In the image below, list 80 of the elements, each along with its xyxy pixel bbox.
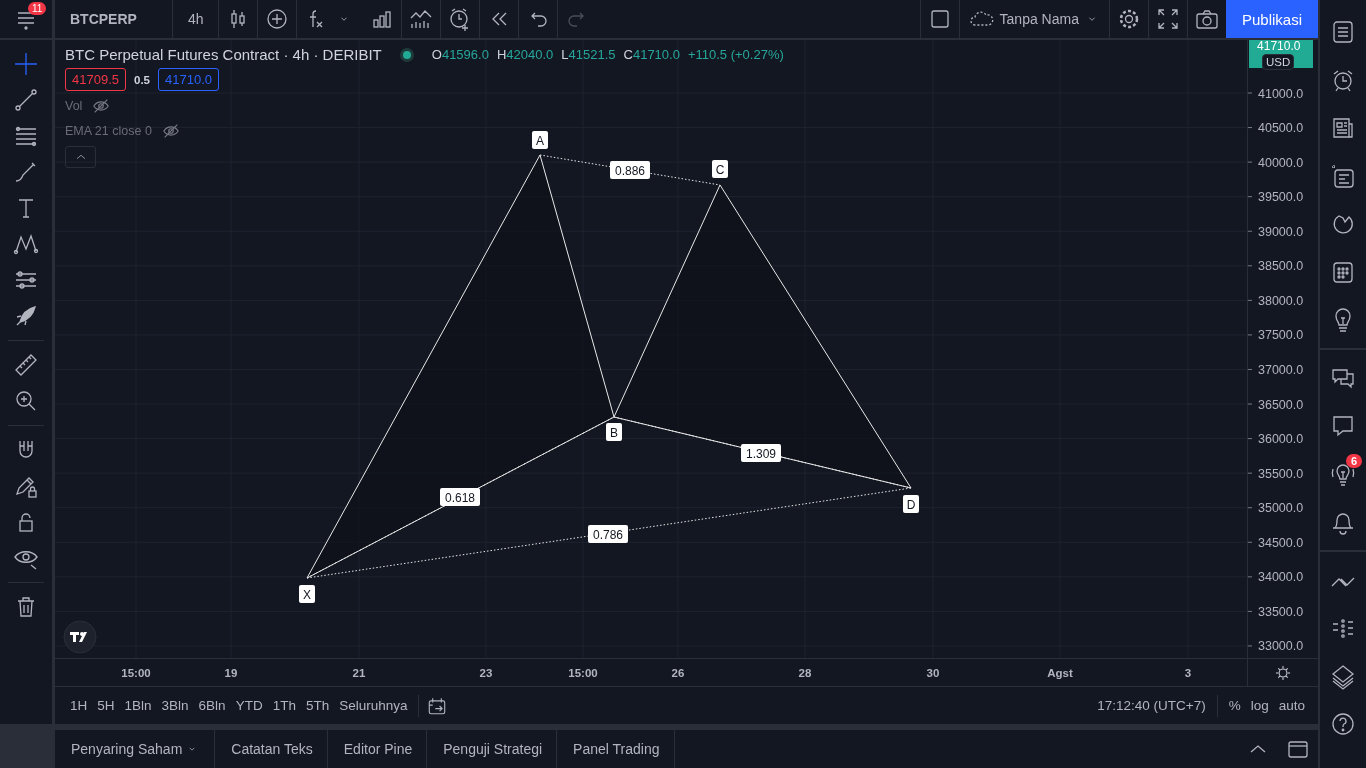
ratio-label: 0.886	[610, 161, 650, 179]
price-label: 33500.0	[1258, 604, 1304, 619]
publish-button[interactable]: Publikasi	[1225, 0, 1318, 38]
panel-tab[interactable]: Catatan Teks	[215, 730, 328, 768]
panel-tab[interactable]: Penguji Strategi	[427, 730, 558, 768]
market-status-icon	[399, 47, 414, 62]
eye-hidden-icon[interactable]	[92, 97, 111, 115]
price-label: 33000.0	[1258, 639, 1304, 654]
ratio-label: 0.786	[588, 525, 628, 543]
interval-button[interactable]: 4h	[177, 11, 214, 27]
point-label: D	[903, 495, 919, 513]
price-label: 37500.0	[1258, 328, 1304, 343]
time-label: 3	[1184, 667, 1192, 679]
percent-toggle[interactable]: %	[1223, 698, 1246, 713]
price-label: 36500.0	[1258, 397, 1304, 412]
price-label: 35500.0	[1258, 466, 1304, 481]
clock[interactable]: 17:12:40 (UTC+7)	[1092, 698, 1211, 713]
currency-button[interactable]: USD	[1262, 54, 1295, 70]
symbol-button[interactable]: BTCPERP	[60, 11, 167, 27]
ohlc-value: C41710.0	[623, 47, 680, 62]
price-label: 40000.0	[1258, 155, 1304, 170]
time-label: 28	[798, 667, 812, 679]
time-label: Agst	[1047, 667, 1073, 679]
panel-tab[interactable]: Penyaring Saham	[55, 730, 216, 768]
ohlc-value: H42040.0	[496, 47, 554, 62]
indicator-name: Vol	[65, 99, 83, 113]
point-label: C	[712, 160, 728, 178]
logo-icon[interactable]	[63, 620, 97, 654]
price-change: +110.5 (+0.27%)	[687, 47, 784, 62]
range-button[interactable]: 6Bln	[193, 698, 231, 713]
ohlc-value: O41596.0	[431, 47, 489, 62]
point-label: X	[299, 585, 315, 603]
price-label: 39000.0	[1258, 224, 1304, 239]
notification-badge: 11	[28, 2, 47, 15]
range-button[interactable]: 1Th	[267, 698, 301, 713]
time-label: 23	[479, 667, 493, 679]
chart-title: BTC Perpetual Futures Contract · 4h · DERIBIT	[65, 46, 382, 63]
help-icon[interactable]	[1329, 710, 1357, 738]
time-label: 30	[926, 667, 940, 679]
panel-tab[interactable]: Panel Trading	[557, 730, 675, 768]
range-button[interactable]: 1Bln	[119, 698, 157, 713]
range-button[interactable]: YTD	[230, 698, 268, 713]
price-label: 34500.0	[1258, 535, 1304, 550]
sell-price-button[interactable]: 41709.5	[65, 68, 126, 91]
price-label: 41000.0	[1258, 86, 1304, 101]
notification-badge: 6	[1345, 454, 1362, 468]
crosshair-icon[interactable]	[12, 50, 40, 78]
time-label: 15:00	[568, 667, 598, 679]
layout-name[interactable]: Tanpa Nama	[999, 11, 1079, 27]
price-label: 34000.0	[1258, 570, 1304, 585]
trend-line-icon[interactable]	[12, 86, 40, 114]
range-button[interactable]: 3Bln	[156, 698, 194, 713]
price-label: 35000.0	[1258, 501, 1304, 516]
panel-tab[interactable]: Editor Pine	[327, 730, 428, 768]
point-label: B	[606, 423, 622, 441]
point-label: A	[532, 131, 548, 149]
eye-hidden-icon[interactable]	[161, 122, 180, 140]
time-label: 19	[224, 667, 238, 679]
buy-price-button[interactable]: 41710.0	[158, 68, 219, 91]
range-button[interactable]: 5Th	[300, 698, 335, 713]
ratio-label: 0.618	[440, 488, 480, 506]
price-label: 40500.0	[1258, 121, 1304, 136]
auto-toggle[interactable]: auto	[1273, 698, 1310, 713]
dashed-list-icon[interactable]	[1329, 162, 1357, 190]
indicator-name: EMA 21 close 0	[65, 124, 152, 138]
price-label: 39500.0	[1258, 190, 1304, 205]
ohlc-value: L41521.5	[561, 47, 616, 62]
time-label: 15:00	[121, 667, 151, 679]
price-label: 38000.0	[1258, 293, 1304, 308]
price-label: 36000.0	[1258, 432, 1304, 447]
spread-value: 0.5	[134, 73, 150, 86]
price-label: 38500.0	[1258, 259, 1304, 274]
log-toggle[interactable]: log	[1245, 698, 1274, 713]
time-label: 21	[352, 667, 366, 679]
price-label: 37000.0	[1258, 363, 1304, 377]
range-button[interactable]: Seluruhnya	[334, 698, 413, 713]
time-label: 26	[671, 667, 685, 679]
ratio-label: 1.309	[741, 444, 781, 462]
range-button[interactable]: 5H	[92, 698, 120, 713]
range-button[interactable]: 1H	[65, 698, 93, 713]
